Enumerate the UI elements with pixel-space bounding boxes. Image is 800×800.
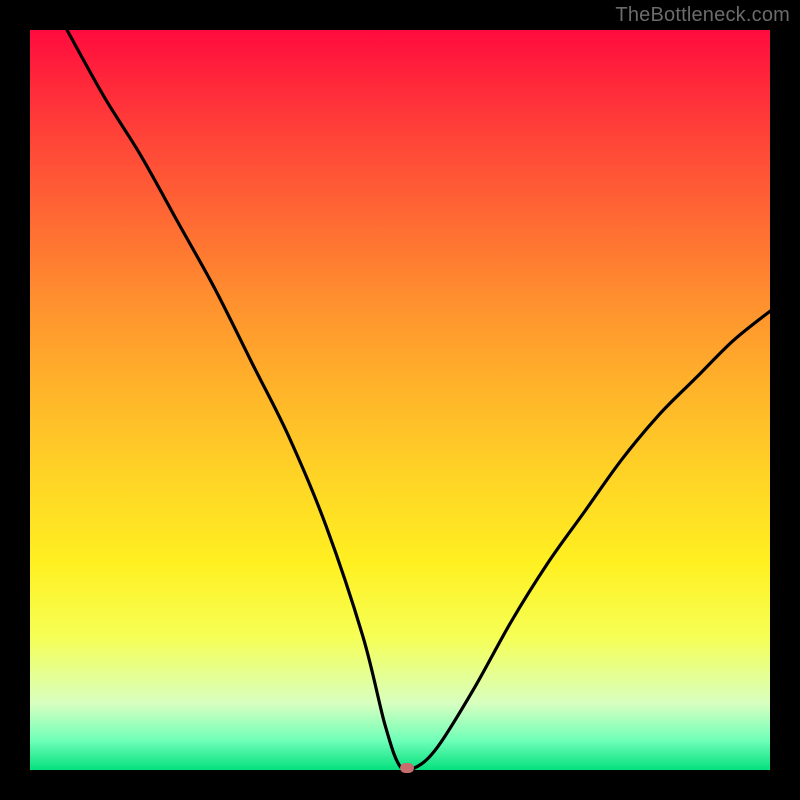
- plot-area: [30, 30, 770, 770]
- optimal-point-marker: [400, 763, 414, 773]
- bottleneck-curve: [30, 30, 770, 770]
- chart-frame: TheBottleneck.com: [0, 0, 800, 800]
- watermark-text: TheBottleneck.com: [615, 4, 790, 27]
